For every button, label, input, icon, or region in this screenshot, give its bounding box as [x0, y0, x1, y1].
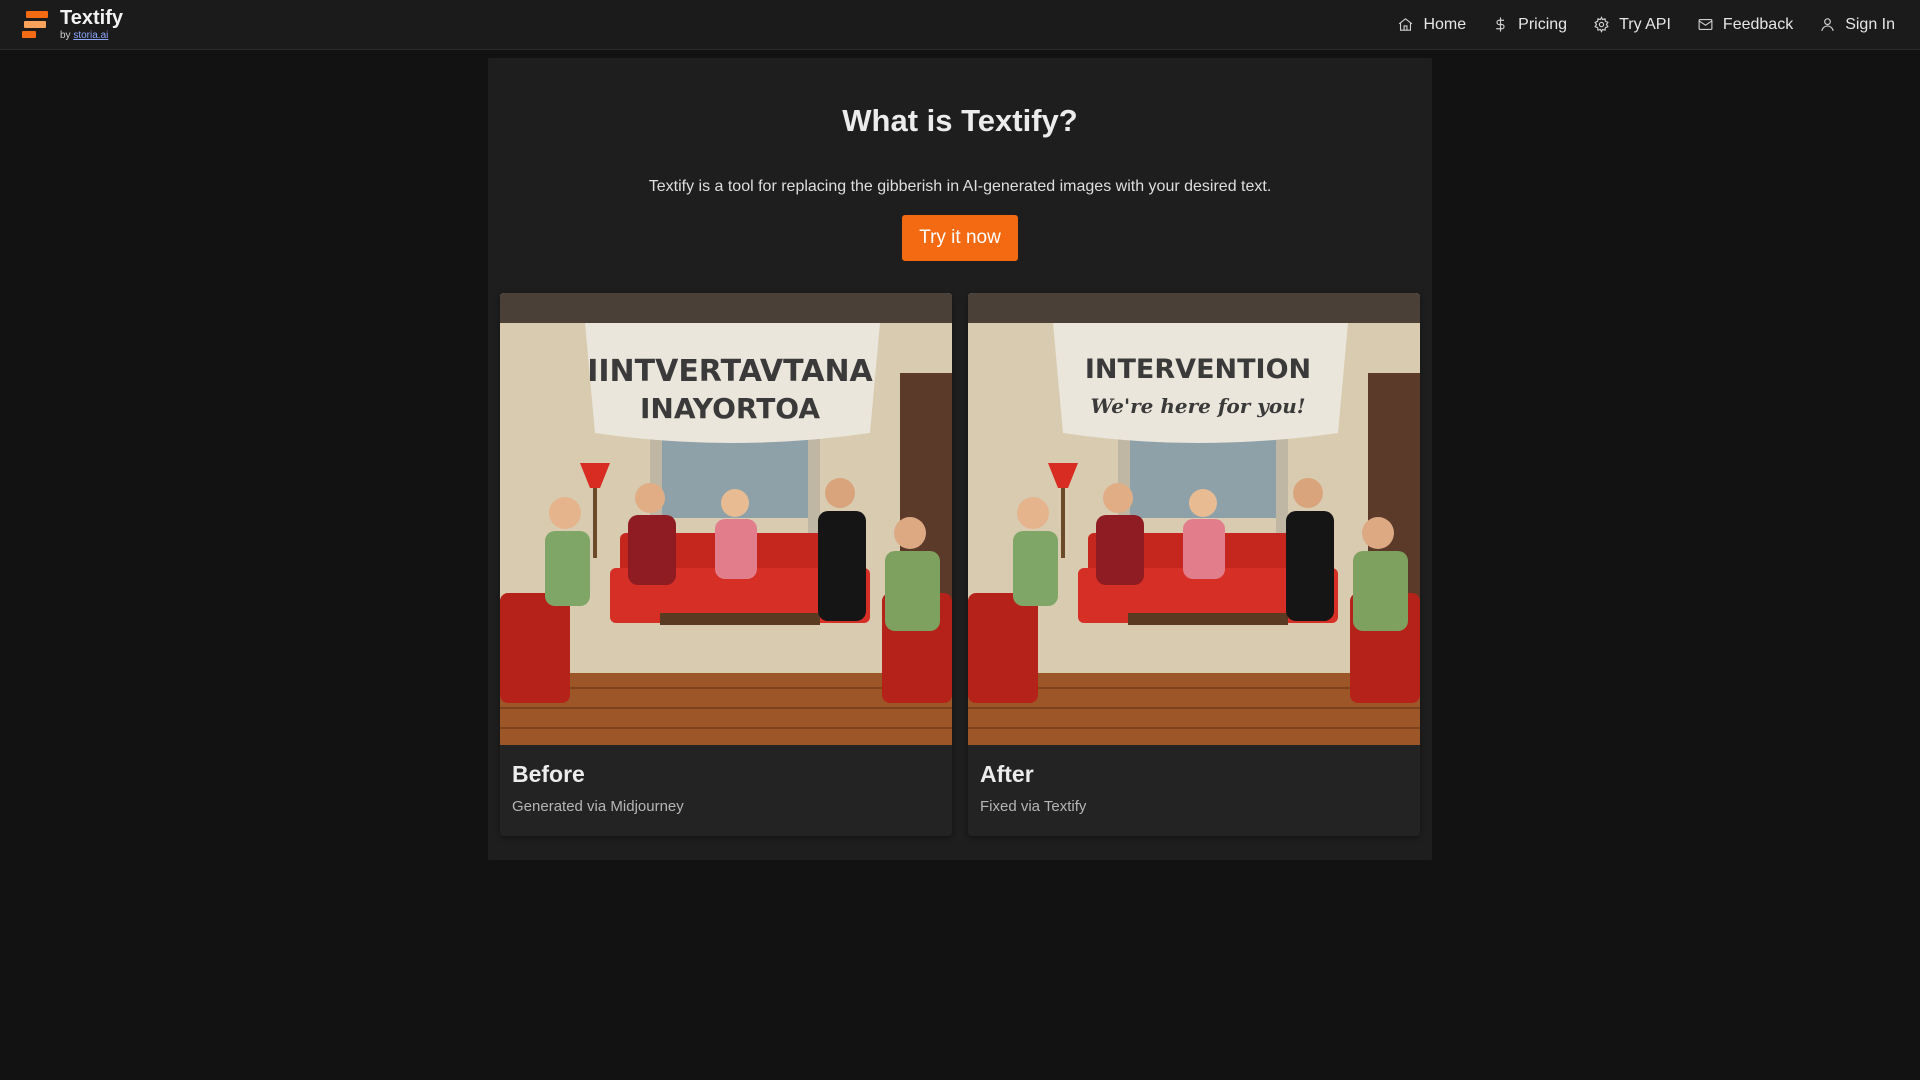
nav-home[interactable]: Home	[1397, 16, 1466, 34]
nav-pricing[interactable]: Pricing	[1492, 16, 1567, 34]
storia-link[interactable]: storia.ai	[73, 30, 108, 41]
before-banner-line1: IINTVERTAVTANA	[587, 354, 873, 389]
top-navbar: Textify by storia.ai Home Pricing Try AP…	[0, 0, 1920, 50]
page-title: What is Textify?	[842, 103, 1078, 138]
after-banner-line2: We're here for you!	[1090, 394, 1305, 418]
user-icon	[1821, 18, 1834, 32]
nav-sign-in-label: Sign In	[1845, 15, 1895, 33]
nav-sign-in[interactable]: Sign In	[1819, 16, 1895, 34]
before-caption: Generated via Midjourney	[512, 798, 684, 815]
after-title: After	[980, 761, 1034, 787]
main-nav: Home Pricing Try API Feedback Sign In	[1397, 16, 1895, 34]
after-example-image: INTERVENTION We're here for you!	[968, 293, 1420, 745]
before-card: IINTVERTAVTANA INAYORTOA Before Generate…	[500, 293, 952, 836]
main-panel: What is Textify? Textify is a tool for r…	[488, 58, 1432, 860]
page-description: Textify is a tool for replacing the gibb…	[648, 178, 1272, 195]
after-card: INTERVENTION We're here for you! After F…	[968, 293, 1420, 836]
gear-icon	[1594, 16, 1609, 33]
nav-try-api[interactable]: Try API	[1593, 16, 1671, 34]
nav-home-label: Home	[1423, 15, 1467, 33]
nav-feedback-label: Feedback	[1722, 15, 1794, 33]
nav-pricing-label: Pricing	[1518, 15, 1568, 33]
before-title: Before	[512, 761, 585, 787]
before-example-image: IINTVERTAVTANA INAYORTOA	[500, 293, 952, 745]
brand[interactable]: Textify by storia.ai	[20, 8, 123, 41]
try-it-now-button[interactable]: Try it now	[902, 215, 1018, 261]
home-icon	[1399, 18, 1413, 31]
after-caption: Fixed via Textify	[980, 798, 1087, 815]
brand-by-prefix: by	[60, 30, 71, 41]
after-banner-line1: INTERVENTION	[1085, 354, 1311, 385]
brand-byline: by storia.ai	[60, 31, 123, 41]
dollar-icon	[1496, 17, 1505, 32]
nav-try-api-label: Try API	[1619, 15, 1671, 33]
nav-feedback[interactable]: Feedback	[1697, 16, 1793, 34]
brand-name: Textify	[60, 7, 123, 29]
before-banner-line2: INAYORTOA	[640, 392, 820, 425]
textify-logo-icon	[20, 9, 52, 41]
mail-icon	[1698, 18, 1713, 31]
